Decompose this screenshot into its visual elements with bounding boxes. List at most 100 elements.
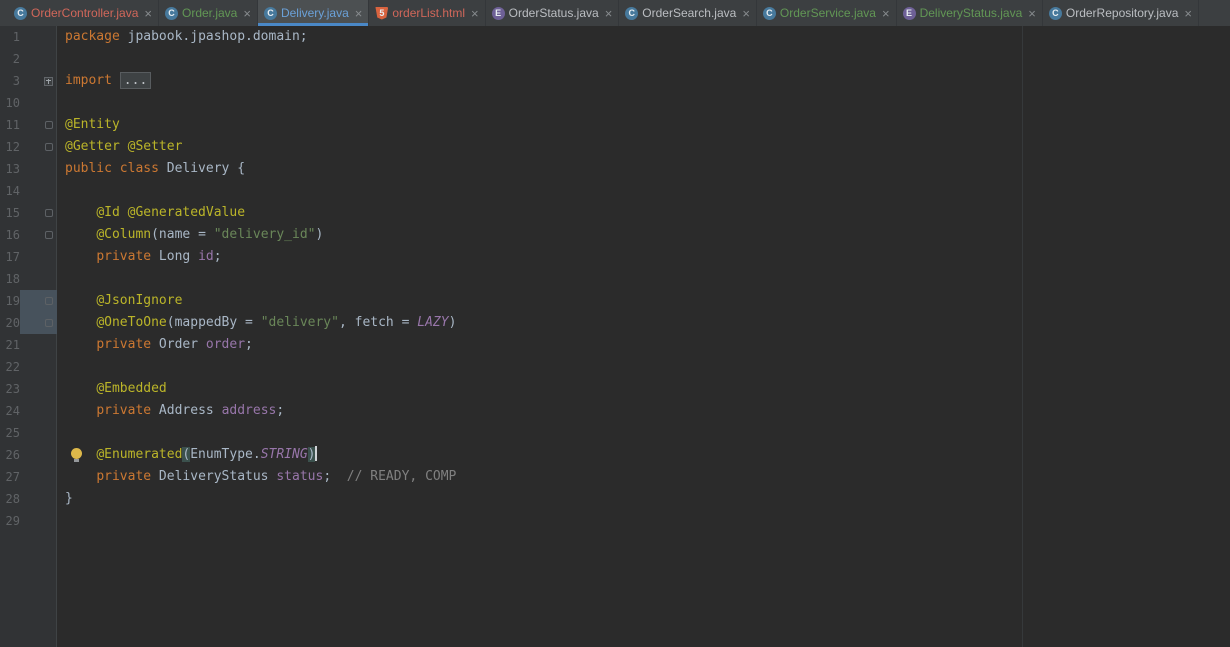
tab-close-icon[interactable]: ×: [1028, 7, 1036, 20]
tab-delivery-java[interactable]: C Delivery.java ×: [257, 0, 370, 26]
code-line[interactable]: @Entity: [57, 114, 1230, 136]
code-line[interactable]: [57, 180, 1230, 202]
line-number: 20: [5, 316, 20, 330]
code-line[interactable]: @Getter @Setter: [57, 136, 1230, 158]
code-row-28: 28}: [0, 488, 1230, 510]
code-line[interactable]: private Address address;: [57, 400, 1230, 422]
code-line[interactable]: @Enumerated(EnumType.STRING): [57, 444, 1230, 466]
code-token: public class: [65, 161, 159, 176]
tab-label: OrderStatus.java: [508, 6, 599, 20]
code-line[interactable]: @Embedded: [57, 378, 1230, 400]
code-token: ;: [245, 337, 253, 352]
code-row-26: 26 @Enumerated(EnumType.STRING): [0, 444, 1230, 466]
code-line[interactable]: }: [57, 488, 1230, 510]
code-row-10: 10: [0, 92, 1230, 114]
gutter-icon-slot: [20, 510, 57, 532]
tab-close-icon[interactable]: ×: [605, 7, 613, 20]
gutter-icon-slot: [20, 444, 57, 466]
code-token: , fetch =: [338, 315, 418, 330]
code-token: address: [221, 403, 277, 418]
class-file-icon: C: [164, 6, 178, 20]
code-line[interactable]: [57, 48, 1230, 70]
line-number: 15: [5, 206, 20, 220]
code-token: @Column: [96, 227, 152, 242]
tab-close-icon[interactable]: ×: [742, 7, 750, 20]
code-line[interactable]: @JsonIgnore: [57, 290, 1230, 312]
tab-close-icon[interactable]: ×: [243, 7, 251, 20]
fold-expand-icon[interactable]: [44, 76, 53, 86]
gutter-icon-slot: [20, 92, 57, 114]
gutter-mark-icon: [45, 143, 53, 151]
code-row-29: 29: [0, 510, 1230, 532]
tab-ordersearch-java[interactable]: C OrderSearch.java ×: [619, 0, 757, 26]
intention-bulb-icon[interactable]: [71, 448, 82, 462]
tab-orderlist-html[interactable]: 5 orderList.html ×: [369, 0, 486, 26]
code-line[interactable]: private Long id;: [57, 246, 1230, 268]
gutter-icon-slot: [20, 48, 57, 70]
tab-order-java[interactable]: C Order.java ×: [159, 0, 258, 26]
line-number: 29: [5, 514, 20, 528]
gutter-icon-slot: [20, 136, 57, 158]
code-token: id: [198, 249, 214, 264]
code-line[interactable]: [57, 422, 1230, 444]
code-line[interactable]: private DeliveryStatus status; // READY,…: [57, 466, 1230, 488]
gutter-icon-slot: [20, 334, 57, 356]
code-row-21: 21 private Order order;: [0, 334, 1230, 356]
gutter-mark-icon: [45, 209, 53, 217]
gutter-icon-slot: [20, 466, 57, 488]
line-number: 12: [5, 140, 20, 154]
gutter-icon-slot: [20, 488, 57, 510]
code-line[interactable]: private Order order;: [57, 334, 1230, 356]
tab-orderstatus-java[interactable]: E OrderStatus.java ×: [486, 0, 620, 26]
tab-label: Delivery.java: [280, 6, 349, 20]
tab-orderservice-java[interactable]: C OrderService.java ×: [757, 0, 897, 26]
code-token: ;: [213, 249, 222, 264]
code-token: jpabook.jpashop.domain;: [119, 29, 308, 44]
code-line[interactable]: @OneToOne(mappedBy = "delivery", fetch =…: [57, 312, 1230, 334]
code-token: @OneToOne: [96, 315, 167, 330]
code-row-27: 27 private DeliveryStatus status; // REA…: [0, 466, 1230, 488]
gutter-icon-slot: [20, 114, 57, 136]
code-line[interactable]: @Id @GeneratedValue: [57, 202, 1230, 224]
code-line[interactable]: [57, 268, 1230, 290]
code-line[interactable]: [57, 92, 1230, 114]
code-row-22: 22: [0, 356, 1230, 378]
tab-close-icon[interactable]: ×: [1184, 7, 1192, 20]
gutter-icon-slot: [20, 180, 57, 202]
tab-orderrepository-java[interactable]: C OrderRepository.java ×: [1043, 0, 1199, 26]
line-number: 11: [5, 118, 20, 132]
line-number: 18: [5, 272, 20, 286]
code-token: @Id @GeneratedValue: [96, 205, 246, 220]
tab-deliverystatus-java[interactable]: E DeliveryStatus.java ×: [897, 0, 1043, 26]
tab-close-icon[interactable]: ×: [471, 7, 479, 20]
code-line[interactable]: import ...: [57, 70, 1230, 92]
line-number: 25: [5, 426, 20, 440]
tab-close-icon[interactable]: ×: [144, 7, 152, 20]
gutter-mark-icon: [45, 231, 53, 239]
editor-area[interactable]: 1 package jpabook.jpashop.domain; 2 3 import…: [0, 26, 1230, 647]
ide-window: C OrderController.java × C Order.java × C Deliv…: [0, 0, 1230, 647]
enum-file-icon: E: [902, 6, 916, 20]
code-line[interactable]: @Column(name = "delivery_id"): [57, 224, 1230, 246]
code-token: Address: [151, 403, 222, 418]
tab-ordercontroller-java[interactable]: C OrderController.java ×: [8, 0, 159, 26]
code-row-15: 15 @Id @GeneratedValue: [0, 202, 1230, 224]
code-token: ): [448, 315, 457, 330]
code-line[interactable]: [57, 356, 1230, 378]
code-row-2: 2: [0, 48, 1230, 70]
code-line[interactable]: public class Delivery {: [57, 158, 1230, 180]
gutter-icon-slot: [20, 378, 57, 400]
code-line[interactable]: [57, 510, 1230, 532]
code-line[interactable]: package jpabook.jpashop.domain;: [57, 26, 1230, 48]
gutter-icon-slot: [20, 70, 57, 92]
tab-close-icon[interactable]: ×: [355, 7, 363, 20]
tab-close-icon[interactable]: ×: [882, 7, 890, 20]
code-token: (mappedBy =: [166, 315, 261, 330]
tab-label: Order.java: [181, 6, 238, 20]
